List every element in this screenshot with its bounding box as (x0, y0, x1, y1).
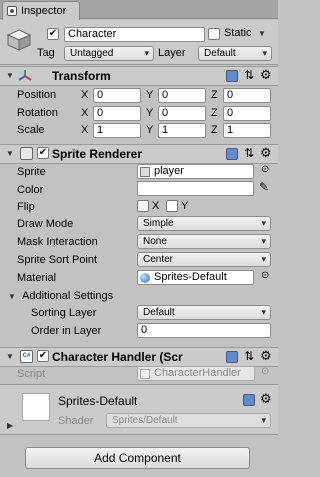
color-label: Color (17, 184, 44, 196)
position-y-label[interactable]: Y (146, 89, 153, 101)
help-book-icon[interactable] (243, 394, 255, 406)
material-name: Sprites-Default (58, 394, 138, 408)
sprite-renderer-foldout-icon[interactable]: ▼ (6, 149, 14, 158)
gameobject-cube-icon (6, 29, 32, 51)
scale-x-label[interactable]: X (81, 124, 88, 136)
help-book-icon[interactable] (226, 70, 238, 82)
draw-mode-label: Draw Mode (17, 218, 74, 230)
gear-icon[interactable]: ⚙ (260, 391, 272, 407)
help-book-icon[interactable] (226, 351, 238, 363)
static-checkbox[interactable] (208, 28, 220, 40)
scale-z-label[interactable]: Z (211, 124, 218, 136)
rotation-y-field[interactable]: 0 (158, 106, 206, 121)
script-asset-icon (140, 369, 150, 379)
position-y-field[interactable]: 0 (158, 88, 206, 103)
material-foldout-icon[interactable]: ▶ (7, 421, 13, 430)
position-x-label[interactable]: X (81, 89, 88, 101)
material-preview (22, 393, 50, 421)
object-picker-icon[interactable]: ⊙ (261, 270, 269, 281)
transform-axes-icon (18, 70, 32, 81)
tab-inspector[interactable]: Inspector (2, 1, 80, 20)
tab-title: Inspector (21, 5, 67, 17)
sprite-sort-point-dropdown[interactable]: Center (137, 252, 271, 267)
add-component-button[interactable]: Add Component (25, 447, 250, 469)
tag-dropdown[interactable]: Untagged (64, 46, 154, 61)
scale-y-field[interactable]: 1 (158, 123, 206, 138)
preset-icon[interactable]: ⇅ (244, 68, 254, 82)
position-x-field[interactable]: 0 (93, 88, 141, 103)
material-label: Material (17, 272, 57, 284)
sprite-renderer-icon (20, 147, 33, 160)
material-object-field[interactable]: Sprites-Default (137, 270, 254, 285)
object-picker-icon: ⊙ (261, 366, 270, 377)
position-label: Position (17, 89, 57, 101)
layer-dropdown[interactable]: Default (198, 46, 272, 61)
rotation-label: Rotation (17, 107, 58, 119)
rotation-y-label[interactable]: Y (146, 107, 153, 119)
additional-settings-foldout-icon[interactable]: ▼ (8, 292, 16, 301)
sprite-sort-point-label: Sprite Sort Point (17, 254, 98, 266)
transform-title: Transform (52, 69, 111, 83)
shader-label: Shader (58, 415, 94, 427)
mask-interaction-label: Mask Interaction (17, 236, 98, 248)
gear-icon[interactable]: ⚙ (260, 67, 272, 83)
layer-label: Layer (158, 47, 186, 59)
flip-x-checkbox[interactable] (137, 200, 149, 212)
preset-icon[interactable]: ⇅ (244, 349, 254, 363)
preset-icon[interactable]: ⇅ (244, 146, 254, 160)
gameobject-name-field[interactable]: Character (64, 27, 205, 42)
order-in-layer-label: Order in Layer (31, 325, 102, 337)
flip-y-checkbox[interactable] (166, 200, 178, 212)
sorting-layer-dropdown[interactable]: Default (137, 305, 271, 320)
static-label: Static (224, 27, 252, 39)
material-sphere-icon (140, 273, 150, 283)
sprite-renderer-enabled-checkbox[interactable]: ✔ (37, 147, 49, 159)
character-handler-enabled-checkbox[interactable]: ✔ (37, 350, 49, 362)
rotation-x-label[interactable]: X (81, 107, 88, 119)
transform-foldout-icon[interactable]: ▼ (6, 71, 14, 80)
help-book-icon[interactable] (226, 148, 238, 160)
flip-x-label: X (152, 200, 160, 212)
position-z-field[interactable]: 0 (223, 88, 271, 103)
inspector-icon (7, 6, 17, 16)
color-swatch[interactable] (137, 181, 254, 196)
character-handler-title: Character Handler (Scr (52, 350, 183, 364)
rotation-z-label[interactable]: Z (211, 107, 218, 119)
static-dropdown-arrow[interactable]: ▼ (258, 27, 266, 39)
scale-x-field[interactable]: 1 (93, 123, 141, 138)
sprite-label: Sprite (17, 166, 46, 178)
draw-mode-dropdown[interactable]: Simple (137, 216, 271, 231)
tag-label: Tag (37, 47, 55, 59)
sprite-object-field[interactable]: player (137, 164, 254, 179)
gear-icon[interactable]: ⚙ (260, 348, 272, 364)
gameobject-active-checkbox[interactable]: ✔ (47, 28, 59, 40)
scale-label: Scale (17, 124, 45, 136)
sprite-asset-icon (140, 167, 150, 177)
eyedropper-icon[interactable]: ✎ (259, 180, 269, 194)
scale-y-label[interactable]: Y (146, 124, 153, 136)
position-z-label[interactable]: Z (211, 89, 218, 101)
mask-interaction-dropdown[interactable]: None (137, 234, 271, 249)
order-in-layer-field[interactable]: 0 (137, 323, 271, 338)
csharp-script-icon: C# (20, 350, 33, 363)
object-picker-icon[interactable]: ⊙ (261, 164, 269, 175)
script-label: Script (17, 368, 46, 380)
additional-settings-label[interactable]: Additional Settings (22, 290, 113, 302)
rotation-x-field[interactable]: 0 (93, 106, 141, 121)
flip-label: Flip (17, 201, 35, 213)
gear-icon[interactable]: ⚙ (260, 145, 272, 161)
rotation-z-field[interactable]: 0 (223, 106, 271, 121)
flip-y-label: Y (181, 200, 189, 212)
sprite-renderer-title: Sprite Renderer (52, 147, 143, 161)
character-handler-foldout-icon[interactable]: ▼ (6, 352, 14, 361)
sorting-layer-label: Sorting Layer (31, 307, 97, 319)
script-object-field: CharacterHandler (137, 366, 255, 381)
shader-dropdown: Sprites/Default (106, 413, 271, 428)
scale-z-field[interactable]: 1 (223, 123, 271, 138)
